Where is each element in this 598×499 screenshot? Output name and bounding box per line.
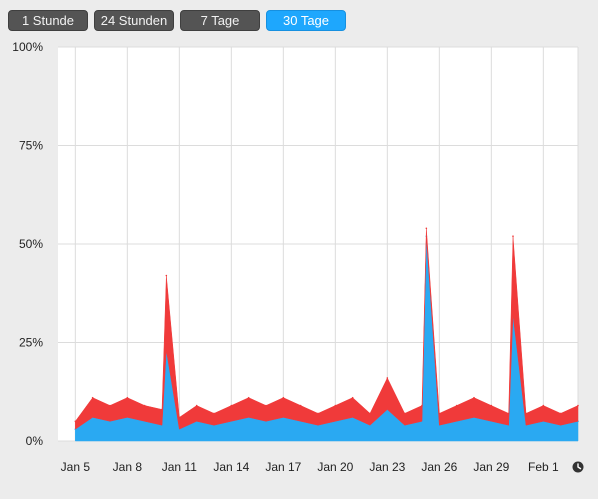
data-point	[230, 404, 233, 407]
data-point	[425, 227, 428, 230]
x-tick-label: Jan 14	[213, 460, 249, 474]
data-point	[542, 404, 545, 407]
data-point	[178, 416, 181, 419]
data-point	[490, 404, 493, 407]
data-point	[247, 396, 250, 399]
data-point	[455, 404, 458, 407]
data-point	[165, 274, 168, 277]
data-point	[559, 412, 562, 415]
data-point	[109, 404, 111, 407]
data-point	[351, 396, 354, 399]
data-point	[195, 404, 198, 407]
data-point	[91, 396, 94, 399]
y-tick-label: 25%	[19, 336, 43, 350]
data-point	[317, 412, 319, 415]
data-point	[512, 235, 514, 237]
clock-icon[interactable]	[572, 461, 584, 473]
data-point	[74, 420, 77, 423]
data-point	[334, 404, 337, 407]
x-tick-label: Jan 5	[61, 460, 91, 474]
data-point	[143, 404, 146, 407]
data-point	[403, 412, 406, 415]
x-axis: Jan 5 Jan 8 Jan 11 Jan 14 Jan 17 Jan 20 Jan 23…	[61, 460, 559, 474]
x-tick-label: Jan 11	[162, 460, 197, 474]
y-axis: 0% 25% 50% 75% 100%	[12, 40, 43, 448]
data-point	[161, 408, 163, 411]
data-point	[421, 404, 423, 407]
x-tick-label: Feb 1	[528, 460, 559, 474]
data-point	[525, 412, 527, 415]
x-tick-label: Jan 29	[473, 460, 509, 474]
x-tick-label: Jan 20	[317, 460, 353, 474]
data-point	[282, 396, 285, 399]
x-tick-label: Jan 26	[421, 460, 457, 474]
data-point	[213, 412, 215, 415]
x-tick-label: Jan 17	[265, 460, 301, 474]
data-point	[438, 412, 441, 415]
data-point	[299, 404, 302, 407]
cpu-usage-chart: 0%25%50%75%100% Jan 5 Jan 8 Jan 11 Jan 14 Ja…	[12, 40, 584, 474]
data-point	[126, 396, 129, 399]
data-point	[577, 404, 579, 407]
data-point	[265, 404, 267, 407]
x-tick-label: Jan 23	[369, 460, 405, 474]
data-point	[507, 412, 510, 415]
y-tick-label: 0%	[26, 434, 44, 448]
data-point	[473, 396, 475, 399]
y-tick-label: 100%	[12, 40, 43, 54]
x-tick-label: Jan 8	[113, 460, 143, 474]
y-tick-label: 75%	[19, 139, 43, 153]
y-tick-label: 50%	[19, 237, 43, 251]
data-point	[369, 412, 371, 415]
data-point	[386, 377, 389, 379]
